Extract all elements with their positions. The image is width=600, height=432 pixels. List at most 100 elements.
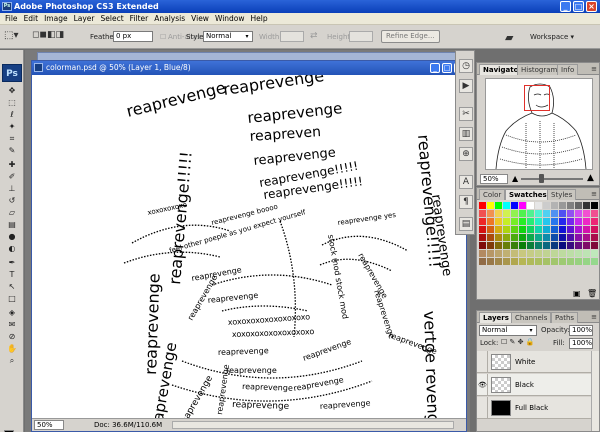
crop-tool-icon[interactable]: ⌗ <box>3 134 21 144</box>
color-swatch[interactable] <box>543 226 550 233</box>
color-swatch[interactable] <box>591 226 598 233</box>
color-swatch[interactable] <box>479 234 486 241</box>
doc-size-info[interactable]: Doc: 36.6M/110.6M <box>94 419 162 431</box>
color-swatch[interactable] <box>519 242 526 249</box>
menu-view[interactable]: View <box>188 14 212 23</box>
color-swatch[interactable] <box>487 258 494 265</box>
visibility-toggle[interactable] <box>478 351 488 373</box>
color-swatch[interactable] <box>543 234 550 241</box>
navigator-view-frame[interactable] <box>524 85 550 111</box>
magic-wand-tool-icon[interactable]: ✦ <box>3 122 21 132</box>
color-swatch[interactable] <box>591 234 598 241</box>
color-swatch[interactable] <box>551 250 558 257</box>
color-swatch[interactable] <box>519 226 526 233</box>
color-swatch[interactable] <box>535 218 542 225</box>
menu-file[interactable]: File <box>2 14 21 23</box>
color-swatch[interactable] <box>583 258 590 265</box>
tool-presets-icon[interactable]: ✂ <box>459 107 473 121</box>
history-brush-tool-icon[interactable]: ↺ <box>3 196 21 206</box>
color-swatch[interactable] <box>535 234 542 241</box>
swap-dimensions-icon[interactable]: ⇄ <box>310 31 318 41</box>
color-swatch[interactable] <box>551 218 558 225</box>
layer-row-white[interactable]: White <box>477 351 599 373</box>
navigator-zoom-input[interactable]: 50% <box>480 174 508 184</box>
zoom-tool-icon[interactable]: ⌕ <box>3 356 21 366</box>
color-swatch[interactable] <box>559 210 566 217</box>
lasso-tool-icon[interactable]: ℓ <box>3 110 21 120</box>
color-swatch[interactable] <box>487 202 494 209</box>
color-swatch[interactable] <box>511 226 518 233</box>
color-swatch[interactable] <box>543 218 550 225</box>
color-swatch[interactable] <box>487 210 494 217</box>
color-swatch[interactable] <box>503 226 510 233</box>
color-swatch[interactable] <box>583 202 590 209</box>
color-swatch[interactable] <box>583 210 590 217</box>
navigator-zoom-slider[interactable] <box>521 178 583 180</box>
3d-tool-icon[interactable]: ◈ <box>3 308 21 318</box>
color-swatch[interactable] <box>511 218 518 225</box>
menu-layer[interactable]: Layer <box>71 14 98 23</box>
menu-select[interactable]: Select <box>98 14 127 23</box>
eyedropper-tool-icon[interactable]: ⊘ <box>3 332 21 342</box>
healing-brush-tool-icon[interactable]: ✚ <box>3 160 21 170</box>
zoom-in-icon[interactable]: ▲ <box>587 173 594 183</box>
color-swatch[interactable] <box>527 234 534 241</box>
move-tool-icon[interactable]: ✥ <box>3 86 21 96</box>
eye-icon[interactable]: 👁 <box>478 374 488 396</box>
color-swatch[interactable] <box>583 226 590 233</box>
color-swatch[interactable] <box>575 218 582 225</box>
color-swatch[interactable] <box>559 218 566 225</box>
menu-image[interactable]: Image <box>41 14 71 23</box>
color-swatch[interactable] <box>495 210 502 217</box>
color-swatch[interactable] <box>495 226 502 233</box>
maximize-button[interactable]: □ <box>573 1 584 12</box>
color-swatch[interactable] <box>503 242 510 249</box>
panel-menu-icon[interactable]: ≡ <box>591 313 597 321</box>
layer-comps-icon[interactable]: ▤ <box>459 217 473 231</box>
tab-paths[interactable]: Paths <box>551 312 579 323</box>
color-swatch[interactable] <box>583 234 590 241</box>
color-swatch[interactable] <box>559 202 566 209</box>
notes-tool-icon[interactable]: ✉ <box>3 320 21 330</box>
color-swatch[interactable] <box>519 250 526 257</box>
color-swatch[interactable] <box>527 202 534 209</box>
eraser-tool-icon[interactable]: ▱ <box>3 208 21 218</box>
color-swatch[interactable] <box>487 242 494 249</box>
color-swatch[interactable] <box>567 210 574 217</box>
menu-edit[interactable]: Edit <box>21 14 42 23</box>
panel-menu-icon[interactable]: ≡ <box>591 65 597 73</box>
color-swatch[interactable] <box>503 234 510 241</box>
paragraph-panel-icon[interactable]: ¶ <box>459 195 473 209</box>
color-swatch[interactable] <box>535 202 542 209</box>
color-swatch[interactable] <box>559 234 566 241</box>
layer-row-full-black[interactable]: Full Black <box>477 397 599 419</box>
color-swatch[interactable] <box>503 210 510 217</box>
menu-help[interactable]: Help <box>248 14 271 23</box>
color-swatch[interactable] <box>543 242 550 249</box>
selection-mode-icons[interactable]: ◻◼◧◨ <box>32 30 64 40</box>
width-input[interactable] <box>280 31 304 42</box>
color-swatch[interactable] <box>503 202 510 209</box>
tab-layers[interactable]: Layers <box>479 312 513 323</box>
color-swatch[interactable] <box>511 242 518 249</box>
color-swatch[interactable] <box>511 250 518 257</box>
navigator-thumbnail[interactable] <box>485 78 593 170</box>
color-swatch[interactable] <box>519 234 526 241</box>
color-swatch[interactable] <box>535 250 542 257</box>
character-panel-icon[interactable]: A <box>459 175 473 189</box>
color-swatch[interactable] <box>567 218 574 225</box>
history-panel-icon[interactable]: ◷ <box>459 59 473 73</box>
brushes-panel-icon[interactable]: ▥ <box>459 127 473 141</box>
layer-row-black[interactable]: 👁 Black <box>477 374 599 396</box>
color-swatch[interactable] <box>495 218 502 225</box>
color-swatch[interactable] <box>551 234 558 241</box>
color-swatch[interactable] <box>551 226 558 233</box>
color-swatch[interactable] <box>527 250 534 257</box>
horizontal-scrollbar[interactable] <box>172 421 454 429</box>
rect-marquee-tool-icon[interactable]: ⬚ <box>3 98 21 108</box>
color-swatch[interactable] <box>543 250 550 257</box>
antialias-checkbox[interactable]: ☐ <box>160 33 166 41</box>
color-swatch[interactable] <box>575 258 582 265</box>
color-swatch[interactable] <box>567 258 574 265</box>
color-swatch[interactable] <box>479 242 486 249</box>
